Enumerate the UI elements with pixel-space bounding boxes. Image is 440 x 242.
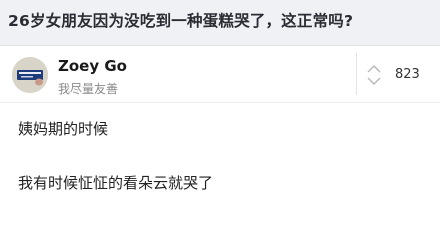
vote-divider [356, 53, 357, 95]
vote-arrows-icon[interactable] [365, 61, 383, 89]
answer-text-line: 姨妈期的时候 [18, 120, 109, 138]
question-header[interactable]: 26岁女朋友因为没吃到一种蛋糕哭了，这正常吗? [0, 0, 440, 46]
question-title[interactable]: 26岁女朋友因为没吃到一种蛋糕哭了，这正常吗? [8, 9, 353, 31]
answer-card: 26岁女朋友因为没吃到一种蛋糕哭了，这正常吗? Zoey Go 我尽量友善 82… [0, 0, 440, 242]
author-bio: 我尽量友善 [58, 82, 119, 96]
avatar-image [12, 57, 48, 93]
answer-text-line: 我有时候怔怔的看朵云就哭了 [18, 174, 214, 192]
author-avatar[interactable] [12, 57, 48, 93]
vote-count: 823 [395, 67, 420, 82]
author-name[interactable]: Zoey Go [58, 57, 127, 75]
